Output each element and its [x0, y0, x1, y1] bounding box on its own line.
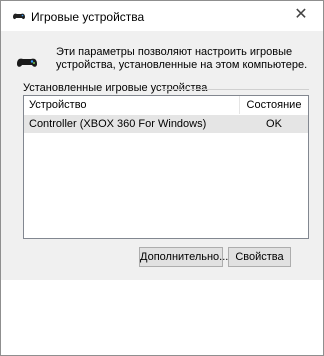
- advanced-button[interactable]: Дополнительно...: [139, 247, 228, 267]
- window-title: Игровые устройства: [31, 10, 145, 24]
- column-header-status[interactable]: Состояние: [240, 96, 308, 114]
- empty-area: [1, 280, 323, 355]
- device-name: Controller (XBOX 360 For Windows): [29, 118, 207, 130]
- gamepad-icon: [17, 58, 37, 67]
- properties-button[interactable]: Свойства: [228, 247, 291, 267]
- game-controllers-window: Игровые устройства ✕ Эти параметры позво…: [0, 0, 324, 356]
- title-bar[interactable]: Игровые устройства ✕: [1, 1, 323, 31]
- table-row[interactable]: Controller (XBOX 360 For Windows) OK: [24, 115, 308, 133]
- close-button[interactable]: ✕: [279, 1, 323, 31]
- device-status: OK: [266, 118, 282, 130]
- close-icon: ✕: [294, 6, 308, 23]
- gamepad-icon: [13, 13, 25, 20]
- description-text: Эти параметры позволяют настроить игровы…: [56, 46, 308, 71]
- group-divider: [161, 89, 309, 90]
- column-header-device[interactable]: Устройство: [24, 96, 240, 114]
- group-label: Установленные игровые устройства: [23, 82, 208, 94]
- dialog-body: Эти параметры позволяют настроить игровы…: [1, 31, 323, 303]
- devices-list[interactable]: Устройство Состояние Controller (XBOX 36…: [23, 95, 309, 239]
- list-header: Устройство Состояние: [24, 96, 308, 114]
